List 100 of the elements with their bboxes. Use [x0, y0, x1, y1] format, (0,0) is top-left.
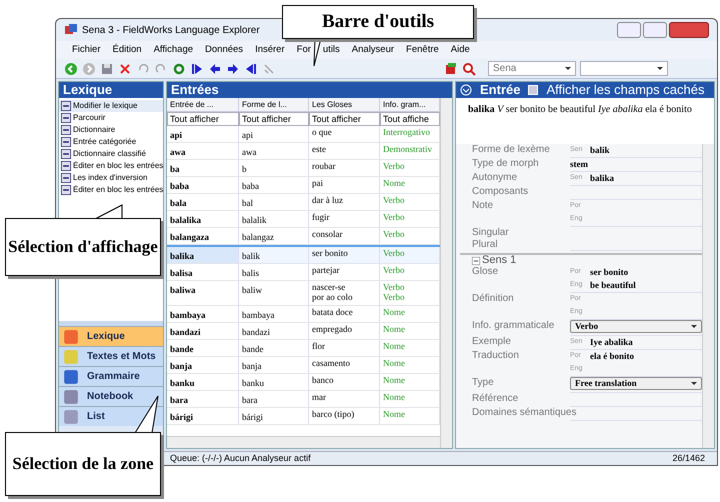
- field-value[interactable]: Iye abalika: [590, 336, 633, 350]
- combo-box[interactable]: [580, 61, 668, 76]
- dropdown[interactable]: Free translation: [570, 377, 702, 390]
- table-row[interactable]: ba b roubar Verbo: [167, 160, 440, 177]
- table-row[interactable]: balisa balis partejar Verbo: [167, 264, 440, 281]
- table-row[interactable]: bambaya bambaya batata doce Nome: [167, 306, 440, 323]
- field-label: Définition: [472, 293, 514, 304]
- menu-item[interactable]: Fenêtre: [406, 42, 439, 58]
- menu-item[interactable]: Fichier: [72, 42, 101, 58]
- callout-pointer: [134, 396, 158, 434]
- menu-item[interactable]: Édition: [112, 42, 142, 58]
- table-row[interactable]: bande bande flor Nome: [167, 340, 440, 357]
- view-icon: [61, 113, 71, 123]
- column-header[interactable]: Forme de l...: [239, 98, 309, 111]
- vertical-scrollbar[interactable]: [440, 98, 452, 448]
- maximize-button[interactable]: [643, 22, 667, 38]
- menu-item[interactable]: Affichage: [154, 42, 194, 58]
- back-icon[interactable]: [64, 62, 78, 76]
- table-row[interactable]: baliwa baliw nascer-se por ao colo Verbo Verbo: [167, 281, 440, 306]
- table-cell: bárigi: [167, 408, 239, 424]
- field-value[interactable]: balik: [590, 144, 610, 158]
- field-value[interactable]: balika: [590, 172, 614, 186]
- close-button[interactable]: [669, 22, 709, 38]
- save-icon[interactable]: [100, 62, 114, 76]
- field-label: Singular Plural: [472, 227, 509, 250]
- filter-dropdown[interactable]: Tout afficher: [239, 112, 309, 126]
- table-cell: ba: [167, 160, 239, 176]
- horizontal-scrollbar[interactable]: [167, 436, 440, 448]
- column-header[interactable]: Entrée de ...: [167, 98, 239, 111]
- field-label: Note: [472, 200, 494, 211]
- collapse-icon[interactable]: [472, 256, 480, 264]
- view-item[interactable]: Éditer en bloc les entrées: [59, 184, 163, 196]
- menu-item[interactable]: Insérer: [255, 42, 285, 58]
- field-label: Glose: [472, 266, 498, 277]
- delete-icon[interactable]: [118, 62, 132, 76]
- table-cell: roubar: [309, 160, 380, 176]
- menu-item[interactable]: Données: [205, 42, 244, 58]
- table-cell: api: [167, 126, 239, 142]
- view-item[interactable]: Éditer en bloc les entrées: [59, 160, 163, 172]
- field-value[interactable]: be beautiful: [590, 278, 636, 292]
- area-button[interactable]: Textes et Mots: [59, 346, 163, 366]
- table-row[interactable]: awa awa este Demonstrativ: [167, 143, 440, 160]
- area-button[interactable]: Grammaire: [59, 366, 163, 386]
- vertical-scrollbar[interactable]: [702, 144, 714, 448]
- search-icon[interactable]: [462, 62, 476, 76]
- table-row[interactable]: bandazi bandazi empregado Nome: [167, 323, 440, 340]
- combo-box[interactable]: Sena: [488, 61, 576, 76]
- filter-dropdown[interactable]: Tout afficher: [167, 112, 239, 126]
- checkbox[interactable]: [528, 85, 538, 95]
- table-row[interactable]: balika balik ser bonito Verbo: [167, 245, 440, 264]
- view-item[interactable]: Les index d'inversion: [59, 172, 163, 184]
- field-value[interactable]: ela é bonito: [590, 350, 634, 364]
- table-cell: bambaya: [239, 306, 309, 322]
- table-row[interactable]: banku banku banco Nome: [167, 374, 440, 391]
- view-icon: [61, 161, 71, 171]
- area-button[interactable]: List: [59, 406, 163, 426]
- filter-dropdown[interactable]: Tout affiche: [380, 112, 440, 126]
- table-row[interactable]: baba baba pai Nome: [167, 177, 440, 194]
- table-row[interactable]: banja banja casamento Nome: [167, 357, 440, 374]
- field-value[interactable]: ser bonito: [590, 266, 628, 280]
- view-item[interactable]: Entrée catégoriée: [59, 136, 163, 148]
- next-icon[interactable]: [226, 62, 240, 76]
- dropdown[interactable]: Verbo: [570, 320, 702, 333]
- view-item[interactable]: Modifier le lexique: [59, 100, 163, 112]
- table-row[interactable]: balalika balalik fugir Verbo: [167, 211, 440, 228]
- menu-item[interactable]: For: [296, 42, 311, 58]
- table-cell: empregado: [309, 323, 380, 339]
- forward-icon[interactable]: [82, 62, 96, 76]
- table-row[interactable]: bárigi bárigi barco (tipo) Nome: [167, 408, 440, 425]
- table-cell: consolar: [309, 228, 380, 244]
- table-cell: balangaza: [167, 228, 239, 244]
- table-cell: b: [239, 160, 309, 176]
- callout-label: Barre d'outils: [282, 5, 474, 39]
- menu-item[interactable]: utils: [322, 42, 340, 58]
- area-button[interactable]: Lexique: [59, 326, 163, 346]
- view-item[interactable]: Dictionnaire classifié: [59, 148, 163, 160]
- table-row[interactable]: bala bal dar à luz Verbo: [167, 194, 440, 211]
- first-record-icon[interactable]: [190, 62, 204, 76]
- previous-icon[interactable]: [208, 62, 222, 76]
- table-cell: awa: [239, 143, 309, 159]
- table-cell: banco: [309, 374, 380, 390]
- column-header[interactable]: Les Gloses: [309, 98, 380, 111]
- area-button[interactable]: Notebook: [59, 386, 163, 406]
- minimize-button[interactable]: [617, 22, 641, 38]
- view-item[interactable]: Parcourir: [59, 112, 163, 124]
- table-cell: banku: [239, 374, 309, 390]
- table-row[interactable]: api api o que Interrogativo: [167, 126, 440, 143]
- undo-icon[interactable]: [136, 62, 150, 76]
- section-heading: Sens 1: [482, 253, 516, 266]
- redo-icon[interactable]: [154, 62, 168, 76]
- last-record-icon[interactable]: [244, 62, 258, 76]
- menu-item[interactable]: Analyseur: [352, 42, 394, 58]
- field-value[interactable]: stem: [570, 158, 588, 172]
- table-row[interactable]: bara bara mar Nome: [167, 391, 440, 408]
- table-cell: baba: [239, 177, 309, 193]
- book-icon[interactable]: [444, 62, 458, 76]
- filter-dropdown[interactable]: Tout afficher: [309, 112, 380, 126]
- menu-item[interactable]: Aide: [450, 42, 470, 58]
- panel-title: Entrées: [167, 82, 452, 98]
- view-item[interactable]: Dictionnaire: [59, 124, 163, 136]
